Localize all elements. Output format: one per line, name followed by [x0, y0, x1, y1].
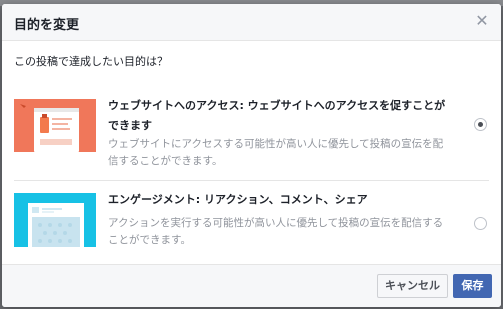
- objective-description: ウェブサイトにアクセスする可能性が高い人に優先して投稿の宣伝を配信することができ…: [108, 138, 444, 167]
- change-objective-dialog: 目的を変更 ✕ この投稿で達成したい目的は？ ウェブサイトへのアクセス: ウェブ…: [2, 4, 501, 307]
- browser-illustration-icon: [14, 99, 96, 152]
- radio-selected-dot: [478, 122, 483, 127]
- objective-engagement[interactable]: エンゲージメント: リアクション、コメント、シェア アクションを実行する可能性が…: [2, 182, 501, 262]
- engagement-illustration: [14, 193, 96, 247]
- objective-description: アクションを実行する可能性が高い人に優先して投稿の宣伝を配信することができます。: [108, 217, 444, 246]
- objective-title: エンゲージメント: リアクション、コメント、シェア: [108, 193, 368, 206]
- objective-question: この投稿で達成したい目的は？: [14, 55, 168, 68]
- post-illustration-icon: [14, 193, 96, 247]
- radio-engagement[interactable]: [474, 217, 487, 230]
- radio-website-traffic[interactable]: [474, 118, 487, 131]
- cancel-button[interactable]: キャンセル: [377, 274, 448, 298]
- save-button[interactable]: 保存: [453, 274, 492, 298]
- dialog-header: 目的を変更 ✕: [2, 4, 501, 41]
- dialog-title: 目的を変更: [14, 18, 80, 33]
- dialog-footer: キャンセル 保存: [2, 264, 501, 307]
- objective-title: ウェブサイトへのアクセス: ウェブサイトへのアクセスを促すことができます: [108, 99, 446, 132]
- close-icon[interactable]: ✕: [473, 12, 491, 30]
- website-traffic-illustration: [14, 99, 96, 152]
- objective-website-traffic[interactable]: ウェブサイトへのアクセス: ウェブサイトへのアクセスを促すことができます ウェブ…: [2, 88, 501, 180]
- objective-divider: [14, 180, 489, 181]
